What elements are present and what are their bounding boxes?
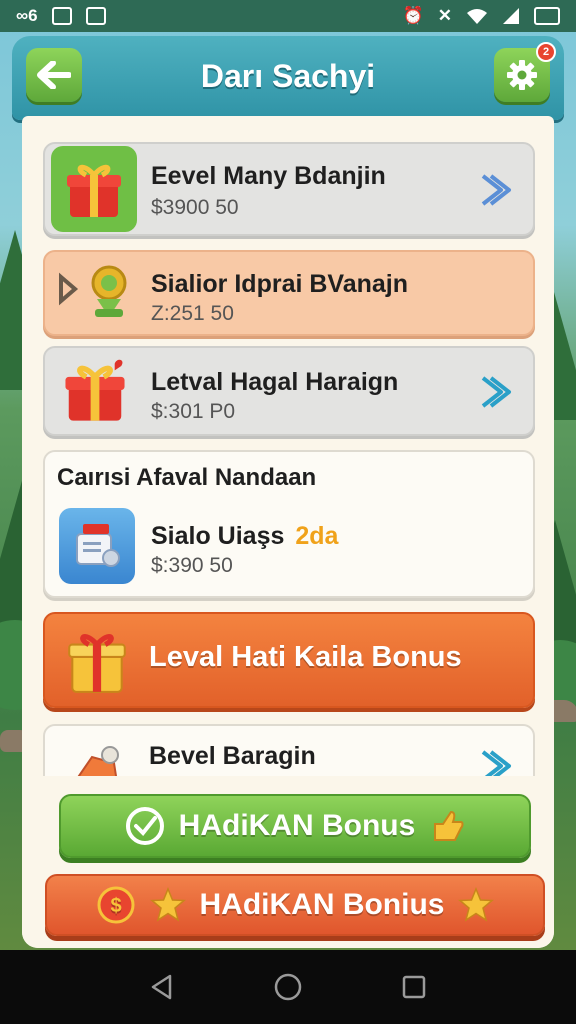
green-bonus-button[interactable]: HAdiKAN Bonus bbox=[59, 794, 531, 858]
back-nav-icon[interactable] bbox=[148, 973, 176, 1001]
gift-box-icon bbox=[59, 620, 135, 700]
item-badge: 2da bbox=[295, 522, 339, 550]
list-item[interactable]: Sialior Idprai BVanajn Z:251 50 bbox=[43, 250, 535, 336]
check-circle-icon bbox=[125, 807, 164, 845]
orange-bonus-button[interactable]: $ HAdiKAN Bonius bbox=[45, 874, 545, 936]
gear-icon bbox=[507, 60, 537, 90]
item-title: Sialior Idprai BVanajn bbox=[151, 270, 409, 298]
star-icon bbox=[149, 887, 186, 922]
bonus-banner[interactable]: Leval Hati Kaila Bonus bbox=[43, 612, 535, 708]
chevron-right-icon[interactable] bbox=[475, 372, 515, 412]
item-title-text: Sialo Uiaşs bbox=[151, 522, 285, 550]
item-title: Sialo Uiaşs 2da bbox=[151, 522, 338, 551]
item-price: $3900 50 bbox=[151, 196, 239, 219]
item-title: Eevel Many Bdanjin bbox=[151, 162, 386, 190]
gallery-icon bbox=[85, 7, 106, 25]
thumbs-up-icon bbox=[434, 810, 464, 841]
gift-box-icon bbox=[51, 146, 137, 232]
recents-nav-icon[interactable] bbox=[400, 973, 428, 1001]
trophy-medal-icon bbox=[57, 252, 137, 332]
section-card: Caırısi Afaval Nandaan Sialo Uiaşs 2da $… bbox=[43, 450, 535, 598]
star-icon bbox=[458, 887, 495, 922]
svg-text:$: $ bbox=[110, 895, 121, 917]
image-icon bbox=[51, 7, 72, 25]
alarm-icon: ⏰ bbox=[402, 6, 424, 25]
item-price: $:390 50 bbox=[151, 554, 233, 577]
content-panel: Eevel Many Bdanjin $3900 50 Sialior Idpr… bbox=[22, 116, 554, 948]
chevron-right-icon[interactable] bbox=[475, 170, 515, 210]
item-title: Bevel Baragin bbox=[149, 742, 316, 770]
coin-icon: $ bbox=[97, 886, 134, 924]
battery-icon bbox=[534, 7, 560, 25]
settings-button[interactable]: 2 bbox=[494, 42, 556, 102]
status-bar: ∞6 ⏰ ✕ bbox=[0, 0, 576, 32]
home-nav-icon[interactable] bbox=[272, 971, 304, 1003]
app-panel: Darı Sachyi 2 Eevel Many Bdanjin $3900 5… bbox=[12, 36, 564, 950]
gift-box-icon bbox=[55, 350, 135, 430]
vibrate-icon: ✕ bbox=[437, 6, 452, 25]
page-title: Darı Sachyi bbox=[200, 58, 376, 94]
green-button-label: HAdiKAN Bonus bbox=[178, 809, 416, 842]
navigation-bar bbox=[0, 950, 576, 1024]
item-title: Letval Hagal Haraign bbox=[151, 368, 399, 396]
notification-badge: 2 bbox=[536, 42, 556, 62]
orange-button-label: HAdiKAN Bonius bbox=[199, 888, 445, 921]
machine-icon bbox=[59, 508, 135, 584]
list-item[interactable]: Letval Hagal Haraign $:301 P0 bbox=[43, 346, 535, 436]
section-heading: Caırısi Afaval Nandaan bbox=[57, 464, 317, 491]
bonus-banner-label: Leval Hati Kaila Bonus bbox=[149, 641, 462, 673]
list-item[interactable]: Eevel Many Bdanjin $3900 50 bbox=[43, 142, 535, 236]
item-price: Z:251 50 bbox=[151, 302, 234, 325]
signal-dots-icon: ∞6 bbox=[16, 6, 38, 25]
wifi-icon bbox=[467, 9, 487, 24]
item-price: $:301 P0 bbox=[151, 400, 236, 423]
signal-icon bbox=[503, 8, 519, 24]
header-bar: Darı Sachyi 2 bbox=[12, 36, 564, 120]
